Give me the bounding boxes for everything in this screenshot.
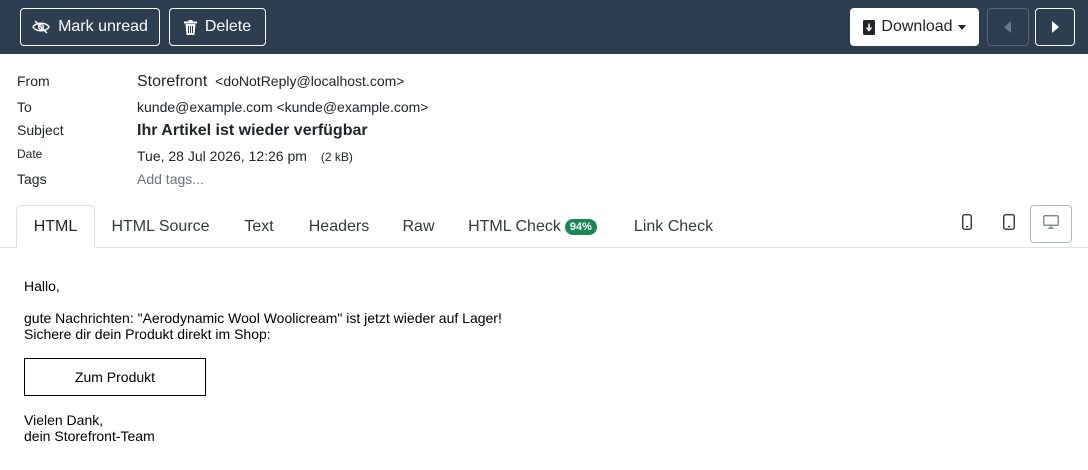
tab-label: Text [244,217,274,235]
product-link-label: Zum Produkt [74,369,156,385]
to-label: To [17,99,32,115]
next-message-button[interactable] [1035,8,1075,46]
from-label: From [17,73,50,89]
phone-icon [962,213,972,235]
download-button[interactable]: Download [850,8,979,46]
trash-icon [183,19,197,35]
tablet-icon [1003,213,1015,235]
tags-label: Tags [17,171,47,187]
tab-label: Link Check [633,217,714,235]
message-toolbar: Mark unread Delete Download [0,0,1088,54]
email-closing-1: Vielen Dank, [24,412,104,428]
caret-left-icon [1004,21,1012,33]
eye-slash-icon [32,20,50,34]
email-line-1: gute Nachrichten: "Aerodynamic Wool Wool… [24,310,502,326]
delete-label: Delete [204,18,252,35]
tab-label: Headers [308,217,370,235]
to-value: kunde@example.com <kunde@example.com> [137,99,429,115]
previous-message-button[interactable] [987,8,1029,46]
desktop-view-button[interactable] [1030,205,1072,243]
date-field: Tue, 28 Jul 2026, 12:26 pm (2 kB) [137,148,353,164]
tab-label: HTML [33,217,78,235]
date-value: Tue, 28 Jul 2026, 12:26 pm [137,148,307,164]
caret-right-icon [1051,21,1059,33]
email-greeting: Hallo, [24,278,60,294]
tab-headers[interactable]: Headers [293,205,385,248]
delete-button[interactable]: Delete [169,8,266,46]
tags-input[interactable]: Add tags... [137,171,204,187]
product-link-button[interactable]: Zum Produkt [24,358,206,396]
phone-view-button[interactable] [948,205,986,243]
tab-raw[interactable]: Raw [390,205,447,248]
tab-html-check[interactable]: HTML Check 94% [455,205,610,248]
tab-link-check[interactable]: Link Check [620,205,727,248]
mark-unread-button[interactable]: Mark unread [20,8,160,46]
tab-html-source[interactable]: HTML Source [96,205,225,248]
view-tabs: HTML HTML Source Text Headers Raw HTML C… [0,205,1088,248]
tab-label: HTML Source [111,217,210,235]
monitor-icon [1043,214,1059,234]
tablet-view-button[interactable] [990,205,1028,243]
date-label: Date [17,147,43,161]
mark-unread-label: Mark unread [58,18,148,35]
subject-label: Subject [17,122,64,138]
download-label: Download [881,18,953,35]
email-closing-2: dein Storefront-Team [24,428,155,444]
tab-text[interactable]: Text [230,205,288,248]
chevron-down-icon [957,24,966,30]
html-check-score-badge: 94% [564,218,597,235]
message-size: (2 kB) [320,150,353,164]
from-name: Storefront [137,73,208,90]
file-download-icon [863,19,876,35]
from-field: Storefront <doNotReply@localhost.com> [137,73,404,91]
tab-label: Raw [402,217,435,235]
tab-html[interactable]: HTML [16,205,95,248]
subject-value: Ihr Artikel ist wieder verfügbar [137,122,368,139]
from-address: <doNotReply@localhost.com> [215,73,405,89]
tab-label: HTML Check [468,217,561,235]
email-line-2: Sichere dir dein Produkt direkt im Shop: [24,326,271,342]
